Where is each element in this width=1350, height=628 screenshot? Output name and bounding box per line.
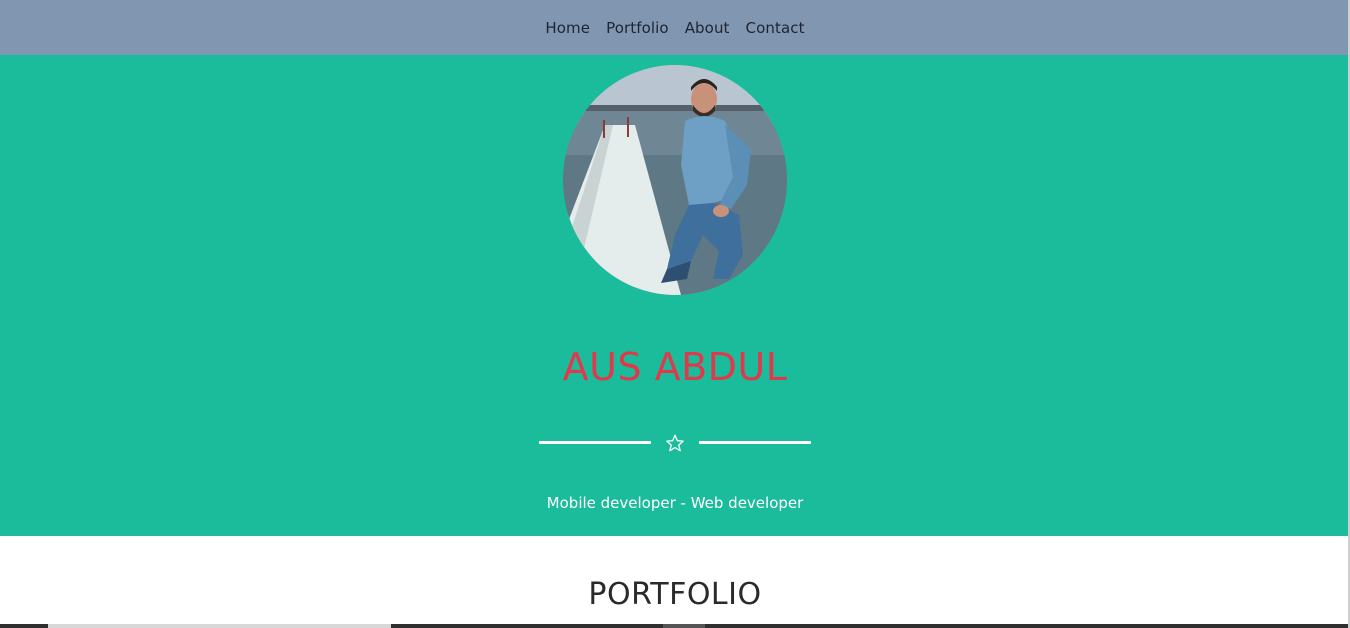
- profile-photo-image: [563, 65, 787, 295]
- star-outline-icon: [666, 434, 684, 452]
- nav-link-portfolio[interactable]: Portfolio: [606, 19, 669, 37]
- top-navbar: Home Portfolio About Contact: [0, 0, 1350, 55]
- divider-right-line: [699, 441, 811, 444]
- hero-name: AUS ABDUL: [562, 345, 788, 389]
- portfolio-item-edge: [663, 624, 705, 628]
- nav-link-contact[interactable]: Contact: [746, 19, 805, 37]
- hero-subtitle: Mobile developer - Web developer: [546, 494, 804, 512]
- portfolio-heading: PORTFOLIO: [588, 577, 762, 612]
- portfolio-item-edge: [48, 624, 391, 628]
- portfolio-grid-top-edge: [0, 624, 1350, 628]
- nav-link-about[interactable]: About: [685, 19, 730, 37]
- profile-photo: [563, 65, 787, 295]
- nav-menu: Home Portfolio About Contact: [545, 19, 804, 37]
- nav-link-home[interactable]: Home: [545, 19, 590, 37]
- divider-left-line: [539, 441, 651, 444]
- hero-section: AUS ABDUL Mobile developer - Web develop…: [0, 55, 1350, 536]
